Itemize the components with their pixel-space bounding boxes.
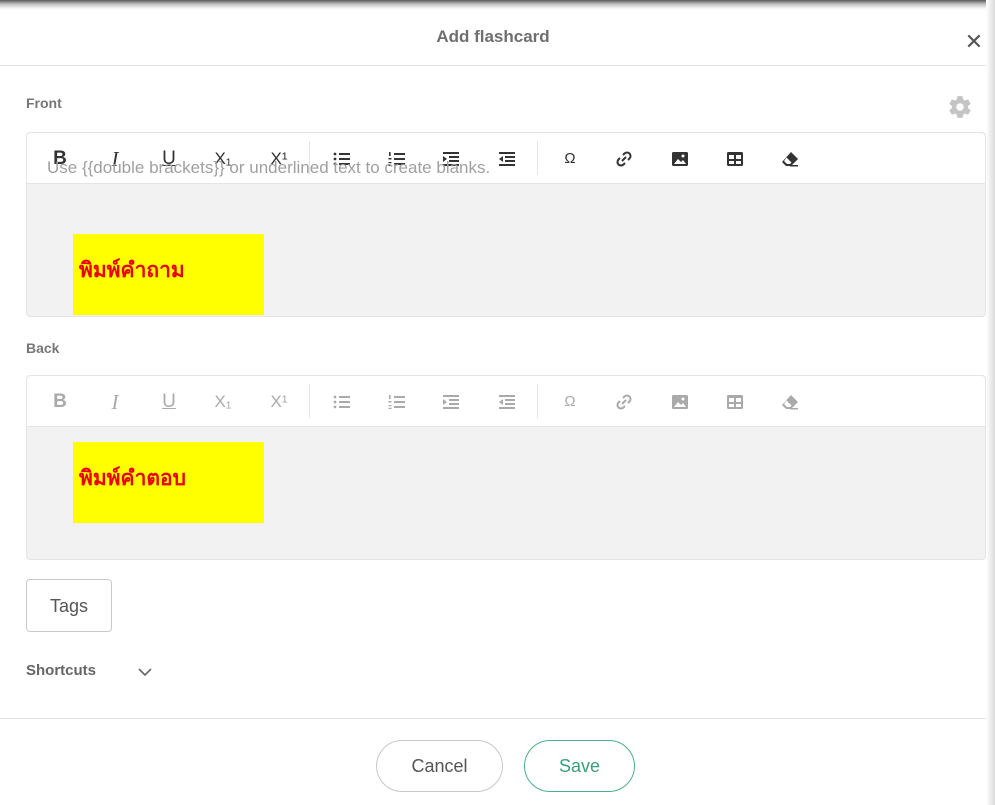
special-char-button[interactable]: Ω bbox=[557, 146, 583, 172]
outdent-icon[interactable] bbox=[494, 389, 520, 415]
link-icon[interactable] bbox=[611, 389, 637, 415]
eraser-icon[interactable] bbox=[777, 389, 803, 415]
back-editor: B I U X₁ X¹ Ω พิมพ์คำตอบ bbox=[26, 375, 986, 560]
chevron-down-icon[interactable] bbox=[136, 663, 154, 681]
cancel-button[interactable]: Cancel bbox=[376, 740, 503, 792]
back-toolbar: B I U X₁ X¹ Ω bbox=[27, 376, 985, 427]
bullet-list-icon[interactable] bbox=[329, 389, 355, 415]
front-question-annotation: พิมพ์คำถาม bbox=[73, 234, 264, 315]
table-icon[interactable] bbox=[722, 389, 748, 415]
special-char-button[interactable]: Ω bbox=[557, 389, 583, 415]
bold-button[interactable]: B bbox=[47, 389, 73, 415]
back-answer-annotation: พิมพ์คำตอบ bbox=[73, 442, 264, 523]
image-icon[interactable] bbox=[667, 389, 693, 415]
underline-button[interactable]: U bbox=[156, 389, 182, 415]
window-shadow bbox=[0, 0, 995, 10]
link-icon[interactable] bbox=[611, 146, 637, 172]
numbered-list-icon[interactable] bbox=[384, 389, 410, 415]
gear-icon[interactable] bbox=[947, 94, 973, 120]
outdent-icon[interactable] bbox=[494, 146, 520, 172]
back-label: Back bbox=[26, 340, 60, 356]
subscript-button[interactable]: X₁ bbox=[210, 389, 236, 415]
front-label: Front bbox=[26, 95, 62, 111]
dialog-header: Add flashcard ✕ bbox=[0, 10, 986, 66]
indent-icon[interactable] bbox=[438, 389, 464, 415]
front-editor: B I U X₁ X¹ Ω Use {{double brackets}} or… bbox=[26, 132, 986, 317]
toolbar-divider bbox=[309, 384, 310, 418]
dialog-title: Add flashcard bbox=[436, 27, 550, 46]
table-icon[interactable] bbox=[722, 146, 748, 172]
window-edge-shadow bbox=[986, 0, 995, 805]
toolbar-divider bbox=[537, 141, 538, 175]
close-icon[interactable]: ✕ bbox=[962, 30, 986, 54]
tags-button[interactable]: Tags bbox=[26, 579, 112, 632]
save-button[interactable]: Save bbox=[524, 740, 635, 792]
toolbar-divider bbox=[537, 384, 538, 418]
shortcuts-toggle[interactable]: Shortcuts bbox=[26, 662, 96, 679]
footer-divider bbox=[0, 718, 986, 719]
italic-button[interactable]: I bbox=[102, 389, 128, 415]
superscript-button[interactable]: X¹ bbox=[266, 389, 292, 415]
image-icon[interactable] bbox=[667, 146, 693, 172]
eraser-icon[interactable] bbox=[777, 146, 803, 172]
front-placeholder[interactable]: Use {{double brackets}} or underlined te… bbox=[47, 158, 490, 178]
